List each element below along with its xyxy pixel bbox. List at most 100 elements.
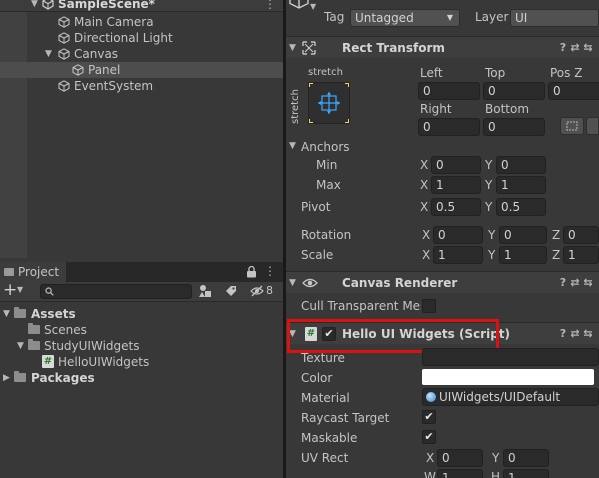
corner-icon: [309, 83, 313, 87]
posz-field[interactable]: 0: [548, 82, 599, 100]
anchor-min-y-field[interactable]: 0: [496, 156, 546, 174]
axis-x-label[interactable]: X: [422, 225, 430, 245]
axis-h-label[interactable]: H: [491, 467, 500, 478]
tag-value: Untagged: [355, 11, 414, 25]
hierarchy-item-canvas[interactable]: ▼ Canvas: [0, 46, 283, 62]
anchor-max-x-field[interactable]: 1: [431, 176, 481, 194]
rotation-y-field[interactable]: 0: [499, 226, 547, 244]
corner-icon: [345, 83, 349, 87]
axis-y-label[interactable]: Y: [488, 245, 495, 265]
hierarchy-item-main-camera[interactable]: Main Camera: [0, 14, 283, 30]
axis-x-label[interactable]: X: [420, 175, 428, 195]
expand-triangle-icon[interactable]: ▼: [289, 141, 296, 151]
component-menu-icon[interactable]: ⇆: [581, 41, 595, 55]
axis-w-label[interactable]: W: [424, 467, 436, 478]
color-swatch[interactable]: [422, 369, 594, 385]
right-field[interactable]: 0: [418, 118, 480, 136]
axis-x-label[interactable]: X: [420, 155, 428, 175]
pivot-y-field[interactable]: 0.5: [496, 198, 546, 216]
scale-x-field[interactable]: 1: [433, 246, 483, 264]
hierarchy-item-eventsystem[interactable]: EventSystem: [0, 78, 283, 94]
project-folder-label: StudyUIWidgets: [44, 339, 140, 353]
layer-dropdown[interactable]: UI: [510, 9, 599, 27]
filter-by-label-icon[interactable]: [224, 284, 238, 298]
project-menu-icon[interactable]: ⋮: [264, 264, 276, 278]
bottom-field[interactable]: 0: [483, 118, 545, 136]
presets-icon[interactable]: ⇄: [568, 41, 582, 55]
scale-z-field[interactable]: 1: [563, 246, 599, 264]
gameobject-icon: [72, 64, 84, 76]
pivot-x-field[interactable]: 0.5: [431, 198, 481, 216]
project-folder-assets[interactable]: ▼ Assets: [0, 306, 283, 322]
top-label: Top: [485, 66, 506, 80]
project-folder-scenes[interactable]: Scenes: [0, 322, 283, 338]
texture-field[interactable]: [422, 348, 599, 366]
uv-w-field[interactable]: 1: [437, 469, 483, 478]
project-folder-studyuiwidgets[interactable]: ▼ StudyUIWidgets: [0, 338, 283, 354]
tag-dropdown[interactable]: Untagged ▼: [350, 9, 460, 27]
collapse-triangle-icon[interactable]: ▶: [3, 370, 10, 386]
project-folder-packages[interactable]: ▶ Packages: [0, 370, 283, 386]
uv-x-field[interactable]: 0: [437, 449, 483, 467]
create-plus-icon[interactable]: +: [3, 282, 17, 299]
raycast-target-label: Raycast Target: [301, 411, 390, 425]
uv-y-field[interactable]: 0: [503, 449, 549, 467]
axis-y-label[interactable]: Y: [485, 175, 492, 195]
axis-x-label[interactable]: X: [426, 448, 434, 468]
component-menu-icon[interactable]: ⇆: [581, 276, 595, 290]
expand-triangle-icon[interactable]: ▼: [17, 338, 24, 354]
icon-dropdown-chevron-icon[interactable]: ▼: [310, 2, 316, 11]
axis-y-label[interactable]: Y: [485, 155, 492, 175]
unity-scene-icon: [42, 0, 54, 10]
hierarchy-item-panel[interactable]: Panel: [0, 62, 283, 78]
axis-x-label[interactable]: X: [420, 197, 428, 217]
top-field[interactable]: 0: [483, 82, 545, 100]
presets-icon[interactable]: ⇄: [568, 327, 582, 341]
anchor-max-y-field[interactable]: 1: [496, 176, 546, 194]
axis-y-label[interactable]: Y: [488, 225, 495, 245]
presets-icon[interactable]: ⇄: [568, 276, 582, 290]
expand-triangle-icon[interactable]: ▼: [45, 46, 52, 62]
filter-by-type-icon[interactable]: [198, 284, 212, 298]
raw-edit-button[interactable]: [586, 117, 599, 135]
blueprint-mode-button[interactable]: [560, 117, 584, 135]
axis-z-label[interactable]: Z: [552, 245, 560, 265]
rotation-z-field[interactable]: 0: [563, 226, 599, 244]
hierarchy-item-directional-light[interactable]: Directional Light: [0, 30, 283, 46]
expand-triangle-icon[interactable]: ▼: [289, 272, 296, 294]
expand-triangle-icon[interactable]: ▼: [289, 37, 296, 59]
blueprint-icon: [566, 121, 578, 131]
project-file-hellouiwidgets[interactable]: # HelloUIWidgets: [0, 354, 283, 370]
hierarchy-window: ▼ SampleScene* ⋮ Main Camera Directional…: [0, 0, 283, 478]
layer-label: Layer: [475, 10, 509, 24]
rect-transform-header[interactable]: ▼ Rect Transform ? ⇄ ⇆: [286, 36, 599, 58]
lock-icon[interactable]: [246, 265, 257, 278]
uv-h-field[interactable]: 1: [503, 469, 549, 478]
rotation-x-field[interactable]: 0: [433, 226, 483, 244]
search-input[interactable]: [40, 284, 192, 299]
material-field[interactable]: UIWidgets/UIDefault: [422, 388, 599, 406]
expand-triangle-icon[interactable]: ▼: [31, 0, 38, 12]
axis-z-label[interactable]: Z: [552, 225, 560, 245]
scene-menu-icon[interactable]: ⋮: [264, 0, 276, 12]
maskable-checkbox[interactable]: ✔: [422, 430, 436, 444]
canvas-renderer-header[interactable]: ▼ Canvas Renderer ? ⇄ ⇆: [286, 271, 599, 293]
axis-y-label[interactable]: Y: [485, 197, 492, 217]
component-title: Rect Transform: [342, 41, 445, 55]
left-field[interactable]: 0: [418, 82, 480, 100]
chevron-down-icon[interactable]: ▼: [17, 285, 23, 294]
anchor-presets-button[interactable]: [308, 82, 350, 124]
axis-x-label[interactable]: X: [422, 245, 430, 265]
scale-y-field[interactable]: 1: [499, 246, 547, 264]
hidden-packages-eye-icon[interactable]: [250, 285, 264, 297]
posz-label: Pos Z: [550, 66, 583, 80]
tag-label: Tag: [324, 10, 345, 24]
anchor-min-x-field[interactable]: 0: [431, 156, 481, 174]
expand-triangle-icon[interactable]: ▼: [3, 306, 10, 322]
axis-y-label[interactable]: Y: [492, 448, 499, 468]
scene-row[interactable]: ▼ SampleScene* ⋮: [0, 0, 283, 12]
raycast-target-checkbox[interactable]: ✔: [422, 410, 436, 424]
cull-transparent-checkbox[interactable]: [422, 299, 436, 313]
component-menu-icon[interactable]: ⇆: [581, 327, 595, 341]
tab-project[interactable]: Project: [0, 262, 66, 282]
